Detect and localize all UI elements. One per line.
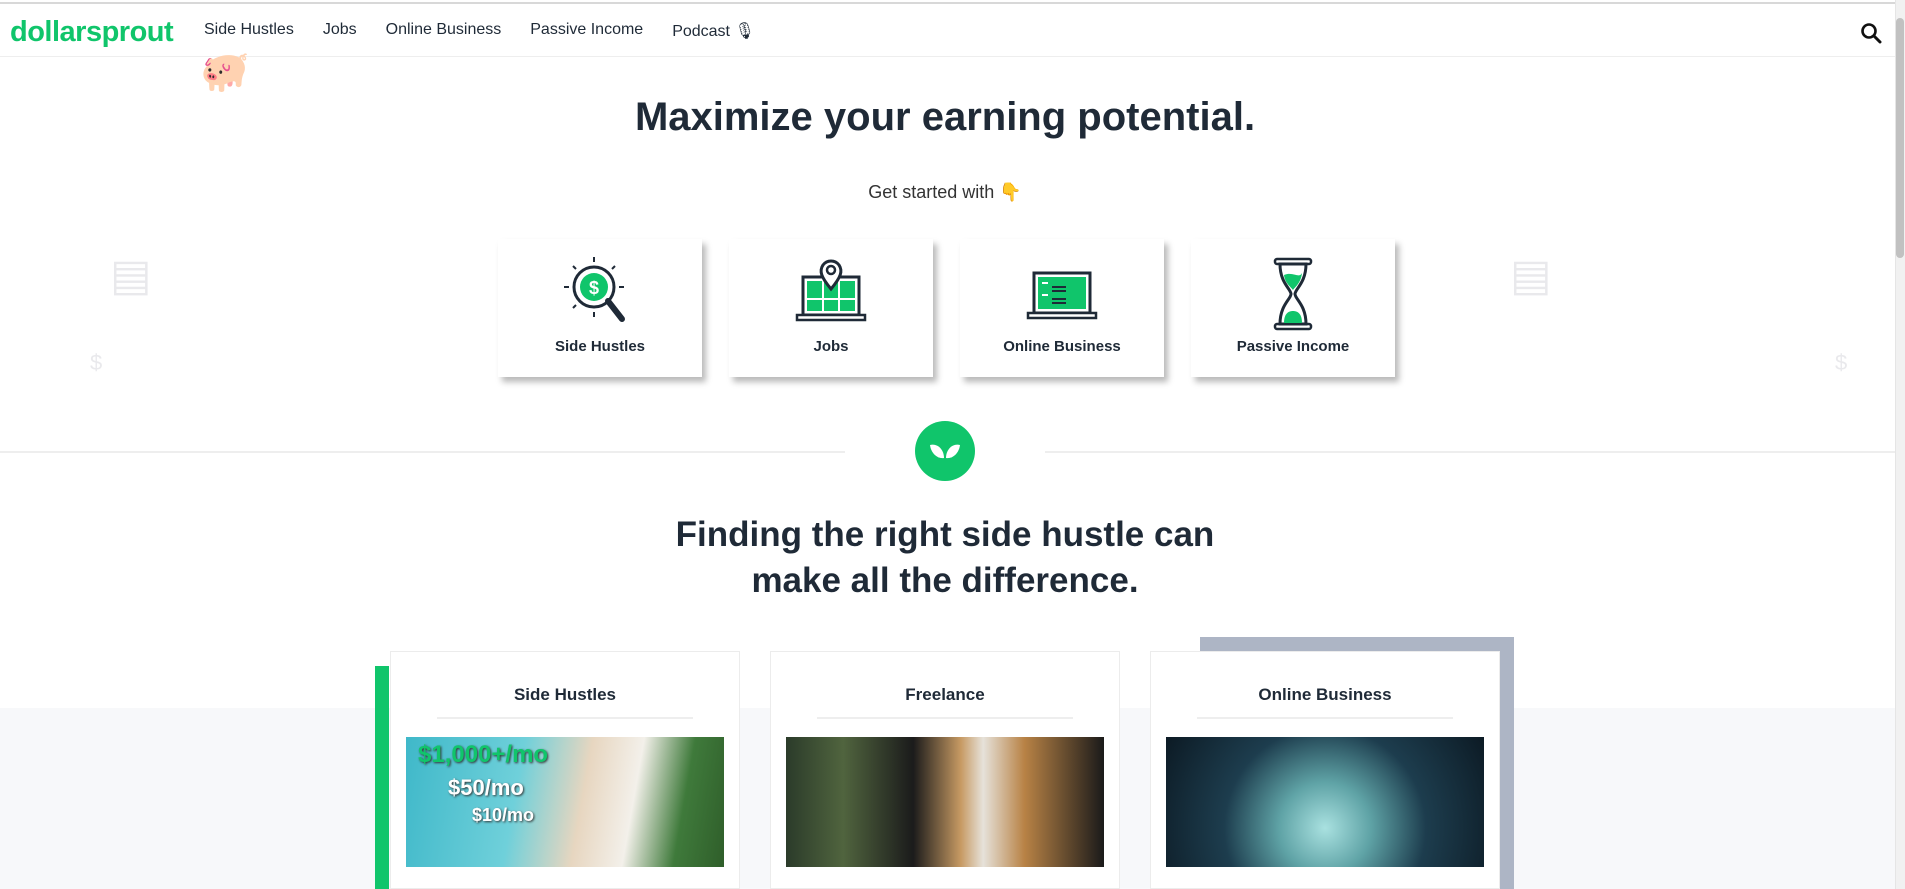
category-jobs[interactable]: Jobs	[729, 239, 933, 377]
category-side-hustles[interactable]: $ Side Hustles	[498, 239, 702, 377]
divider-right	[1045, 451, 1895, 453]
card-online-business[interactable]: Online Business	[1150, 651, 1500, 889]
green-accent-bar	[375, 666, 389, 889]
divider-left	[0, 451, 845, 453]
nav-online-business[interactable]: Online Business	[386, 21, 502, 41]
dollar-decor-icon: $	[1835, 350, 1848, 375]
dollar-decor-icon: $	[90, 350, 103, 375]
image-text: $10/mo	[472, 805, 535, 825]
card-image-online-business	[1166, 737, 1484, 867]
nav-passive-income[interactable]: Passive Income	[530, 21, 643, 41]
map-pin-laptop-icon	[795, 259, 867, 322]
cash-stack-decor-icon: ▤	[110, 251, 152, 300]
laptop-code-icon	[1026, 271, 1098, 320]
main-nav: Side Hustles Jobs Online Business Passiv…	[204, 21, 755, 41]
scrollbar-thumb[interactable]	[1896, 18, 1904, 258]
image-text: $50/mo	[448, 775, 524, 800]
card-underline	[437, 717, 693, 719]
nav-podcast[interactable]: Podcast 🎙	[672, 21, 755, 41]
scrollbar[interactable]	[1895, 0, 1905, 889]
logo[interactable]: dollarsprout	[10, 16, 174, 49]
site-header: dollarsprout Side Hustles Jobs Online Bu…	[0, 4, 1895, 57]
hourglass-icon	[1273, 257, 1313, 331]
category-label: Side Hustles	[554, 338, 646, 355]
card-title: Freelance	[905, 685, 985, 704]
section-title-line1: Finding the right side hustle can	[675, 515, 1215, 554]
nav-side-hustles[interactable]: Side Hustles	[204, 21, 294, 41]
nav-jobs[interactable]: Jobs	[323, 21, 357, 41]
hero-subtitle: Get started with 👇	[868, 182, 1022, 202]
card-side-hustles[interactable]: Side Hustles $1,000+/mo $50/mo $10/mo	[390, 651, 740, 889]
category-label: Passive Income	[1236, 338, 1350, 355]
category-label: Online Business	[1003, 338, 1121, 355]
card-image-side-hustles: $1,000+/mo $50/mo $10/mo	[406, 737, 724, 867]
card-underline	[817, 717, 1073, 719]
section-title: Finding the right side hustle can make al…	[0, 512, 1890, 604]
cash-stack-decor-icon: ▤	[1510, 251, 1552, 300]
category-online-business[interactable]: Online Business	[960, 239, 1164, 377]
category-passive-income[interactable]: Passive Income	[1191, 239, 1395, 377]
card-title: Side Hustles	[513, 685, 617, 704]
hero-title: Maximize your earning potential.	[634, 95, 1256, 139]
card-freelance[interactable]: Freelance	[770, 651, 1120, 889]
category-label: Jobs	[813, 338, 849, 355]
card-underline	[1197, 717, 1453, 719]
card-title: Online Business	[1258, 685, 1392, 704]
dollar-magnifier-icon: $	[564, 257, 625, 322]
card-image-freelance	[786, 737, 1104, 867]
image-text: $1,000+/mo	[418, 741, 549, 768]
sprout-leaf-icon	[915, 421, 975, 481]
section-title-line2: make all the difference.	[751, 561, 1139, 600]
search-icon[interactable]	[1860, 22, 1882, 44]
svg-text:$: $	[589, 278, 599, 298]
piggy-bank-decor-icon: 🐖	[200, 50, 250, 94]
